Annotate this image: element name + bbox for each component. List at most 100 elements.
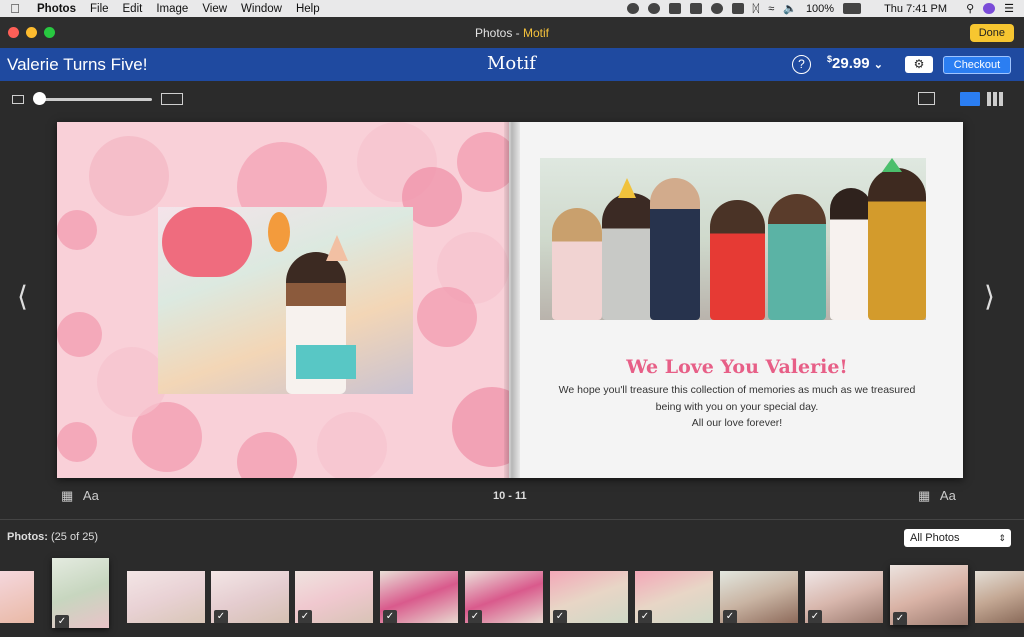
party-hat: [882, 158, 902, 172]
photo-thumbnail[interactable]: [975, 571, 1024, 623]
zoom-slider-track[interactable]: [38, 98, 152, 101]
left-text-style-button[interactable]: Aa: [83, 488, 99, 503]
pink-dot-decoration: [89, 136, 169, 216]
spread-view-icon[interactable]: [960, 92, 980, 106]
menu-help[interactable]: Help: [289, 3, 327, 15]
photo-thumbnail[interactable]: ✓: [52, 558, 109, 628]
grid-view-icon[interactable]: [987, 92, 1005, 106]
photo-thumbnail[interactable]: ✓: [380, 571, 458, 623]
photo-thumbnail[interactable]: ✓: [550, 571, 628, 623]
battery-percent: 100%: [805, 2, 835, 15]
zoom-window-button[interactable]: [44, 27, 55, 38]
left-page-tools: ▦ Aa: [61, 488, 99, 504]
photo-thumbnail[interactable]: ✓: [295, 571, 373, 623]
photo-filter-value: All Photos: [910, 532, 960, 544]
party-hat: [618, 178, 636, 198]
zoom-slider-knob[interactable]: [33, 92, 46, 105]
photo-thumbnail[interactable]: [127, 571, 205, 623]
price-dropdown[interactable]: $29.99 ⌄: [827, 54, 883, 72]
checkmark-icon: ✓: [638, 610, 652, 623]
battery-icon[interactable]: [843, 3, 862, 14]
notification-center-icon[interactable]: ☰: [1004, 2, 1014, 15]
brand-logo: Motif: [487, 53, 536, 74]
photo-thumbnail[interactable]: ✓: [805, 571, 883, 623]
screen-icon[interactable]: [689, 3, 702, 14]
menu-view[interactable]: View: [195, 3, 234, 15]
photos-count-label: Photos: (25 of 25): [7, 531, 98, 543]
window-title: Photos - Motif: [475, 26, 549, 40]
apple-icon[interactable]: : [0, 1, 30, 16]
record-icon[interactable]: [626, 3, 639, 14]
small-page-icon[interactable]: [12, 95, 24, 104]
heart-balloon: [162, 207, 252, 277]
pink-dot-decoration: [57, 210, 97, 250]
menu-edit[interactable]: Edit: [116, 3, 150, 15]
layout-icon[interactable]: ▦: [61, 488, 73, 503]
menu-image[interactable]: Image: [149, 3, 195, 15]
checkmark-icon: ✓: [214, 610, 228, 623]
checkmark-icon: ✓: [468, 610, 482, 623]
project-title[interactable]: Valerie Turns Five!: [0, 55, 147, 75]
menu-window[interactable]: Window: [234, 3, 289, 15]
left-page[interactable]: [57, 122, 509, 478]
creative-cloud-icon[interactable]: [647, 3, 660, 14]
photo-thumbnail[interactable]: ✓: [720, 571, 798, 623]
pink-dot-decoration: [417, 287, 477, 347]
right-page[interactable]: We Love You Valerie! We hope you'll trea…: [511, 122, 963, 478]
pink-dot-decoration: [57, 422, 97, 462]
checkmark-icon: ✓: [298, 610, 312, 623]
photo-thumbnail[interactable]: [0, 571, 34, 623]
photos-label-title: Photos:: [7, 531, 48, 543]
close-window-button[interactable]: [8, 27, 19, 38]
window-titlebar: Photos - Motif Done: [0, 17, 1024, 48]
next-page-arrow-icon[interactable]: ⟩: [984, 280, 995, 313]
birthday-girl-photo[interactable]: [158, 207, 413, 394]
price-value: 29.99: [832, 55, 870, 72]
photo-thumbnail[interactable]: ✓: [635, 571, 713, 623]
pink-dot-decoration: [457, 132, 509, 192]
checkmark-icon: ✓: [383, 610, 397, 623]
siri-icon[interactable]: [983, 3, 996, 14]
volume-icon[interactable]: 🔈: [783, 2, 797, 15]
minimize-window-button[interactable]: [26, 27, 37, 38]
done-button[interactable]: Done: [969, 24, 1014, 42]
large-page-icon[interactable]: [161, 93, 183, 105]
bluetooth-icon[interactable]: ᛞ: [753, 3, 760, 15]
previous-page-arrow-icon[interactable]: ⟨: [17, 280, 28, 313]
chevron-down-icon: ⌄: [873, 59, 883, 71]
checkout-button[interactable]: Checkout: [943, 56, 1011, 74]
spotlight-icon[interactable]: ⚲: [966, 2, 974, 15]
person-figure: [650, 178, 700, 320]
photo-thumbnail[interactable]: ✓: [211, 571, 289, 623]
menu-app-photos[interactable]: Photos: [30, 3, 83, 15]
clock[interactable]: Thu 7:41 PM: [884, 3, 947, 15]
page-headline[interactable]: We Love You Valerie!: [511, 356, 963, 378]
strip-divider: [0, 519, 1024, 520]
group-celebration-photo[interactable]: [540, 158, 926, 320]
checkmark-icon: ✓: [893, 612, 907, 625]
person-figure: [552, 208, 602, 320]
settings-gear-button[interactable]: ⚙: [905, 56, 933, 73]
pink-dot-decoration: [57, 312, 102, 357]
pink-dot-decoration: [97, 347, 167, 417]
page-body-line-3[interactable]: All our love forever!: [511, 417, 963, 429]
page-body-line-2[interactable]: being with you on your special day.: [511, 401, 963, 413]
airplay-icon[interactable]: [731, 3, 744, 14]
motif-header: Valerie Turns Five! Motif ? $29.99 ⌄ ⚙ C…: [0, 48, 1024, 81]
cloud-icon[interactable]: [710, 3, 723, 14]
photo-thumbnail[interactable]: ✓: [465, 571, 543, 623]
checkmark-icon: ✓: [723, 610, 737, 623]
help-icon[interactable]: ?: [792, 55, 811, 74]
gift-box: [296, 345, 356, 379]
status-area: ᛞ ≈ 🔈 100% Thu 7:41 PM ⚲ ☰: [626, 2, 1024, 15]
wifi-icon[interactable]: ≈: [768, 3, 774, 15]
menu-file[interactable]: File: [83, 3, 116, 15]
layout-icon[interactable]: ▦: [918, 488, 930, 503]
add-page-icon[interactable]: [918, 92, 935, 105]
page-body-line-1[interactable]: We hope you'll treasure this collection …: [511, 384, 963, 396]
photo-thumbnail[interactable]: ✓: [890, 565, 968, 625]
right-text-style-button[interactable]: Aa: [940, 488, 956, 503]
shield-icon[interactable]: [668, 3, 681, 14]
person-figure: [710, 200, 765, 320]
photo-filter-select[interactable]: All Photos ⇕: [904, 529, 1011, 547]
